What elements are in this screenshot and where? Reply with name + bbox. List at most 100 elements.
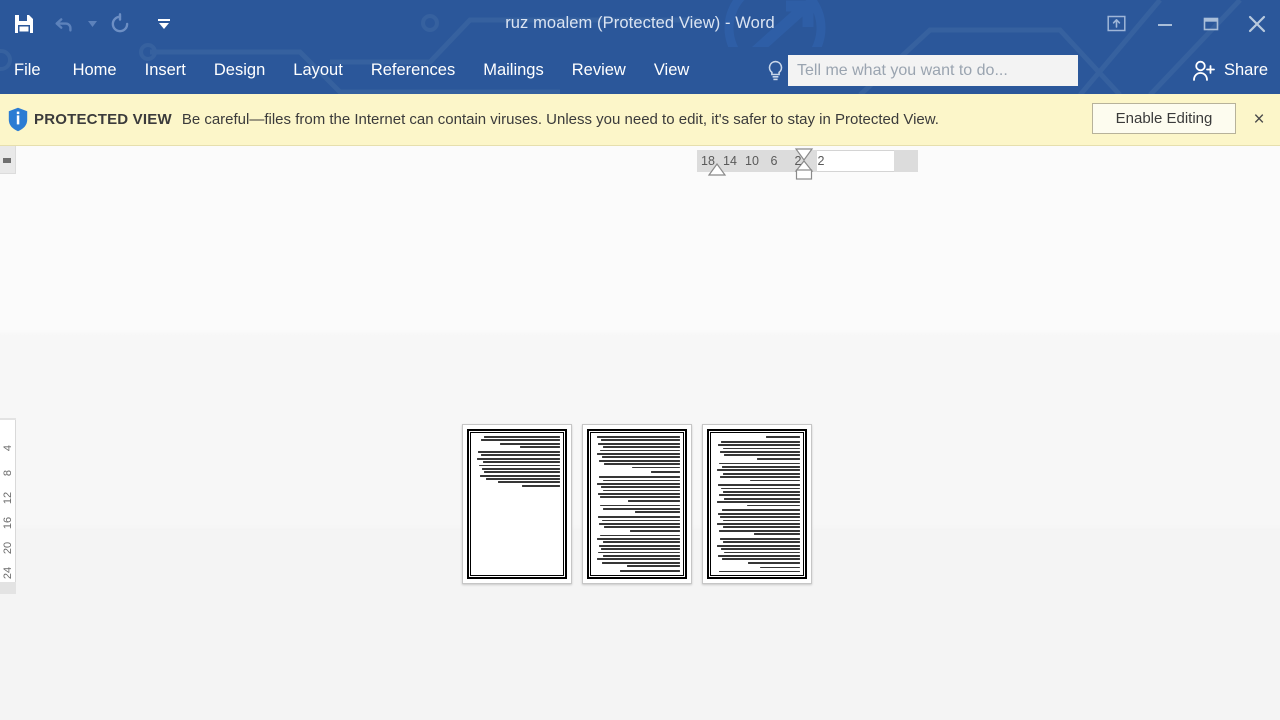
text-line bbox=[597, 482, 680, 485]
page-thumbnail[interactable] bbox=[462, 424, 572, 584]
text-line bbox=[600, 496, 680, 499]
text-line bbox=[757, 457, 800, 460]
text-line bbox=[520, 446, 560, 448]
text-line bbox=[599, 476, 680, 478]
paragraph bbox=[714, 484, 800, 507]
text-line bbox=[604, 463, 680, 465]
window-controls bbox=[1090, 0, 1280, 47]
text-line bbox=[601, 561, 680, 564]
text-line bbox=[522, 484, 560, 487]
protected-view-label: PROTECTED VIEW bbox=[34, 111, 172, 128]
tab-review[interactable]: Review bbox=[558, 47, 640, 94]
paragraph bbox=[714, 537, 800, 564]
tab-layout[interactable]: Layout bbox=[279, 47, 357, 94]
page-thumbnail[interactable] bbox=[702, 424, 812, 584]
tab-references[interactable]: References bbox=[357, 47, 469, 94]
text-line bbox=[630, 529, 680, 532]
left-indent-box-marker[interactable] bbox=[793, 168, 815, 182]
text-line bbox=[602, 508, 680, 510]
text-line bbox=[718, 512, 800, 515]
text-line bbox=[597, 452, 680, 455]
text-line bbox=[599, 459, 680, 462]
text-line bbox=[720, 537, 800, 540]
text-line bbox=[723, 519, 800, 522]
paragraph bbox=[594, 569, 680, 572]
lightbulb-icon bbox=[762, 60, 788, 82]
text-line bbox=[480, 454, 560, 457]
text-line bbox=[650, 471, 680, 474]
text-line bbox=[498, 481, 560, 484]
text-line bbox=[721, 558, 800, 561]
tell-me-placeholder: Tell me what you want to do... bbox=[797, 61, 1008, 79]
paragraph bbox=[474, 436, 560, 448]
text-line bbox=[720, 450, 800, 453]
tab-insert[interactable]: Insert bbox=[131, 47, 200, 94]
text-line bbox=[601, 519, 680, 522]
text-line bbox=[626, 565, 680, 567]
save-icon[interactable] bbox=[4, 5, 44, 43]
ruler-corner-button[interactable] bbox=[0, 146, 16, 174]
vruler-num-8: 8 bbox=[2, 469, 14, 477]
text-line bbox=[598, 516, 680, 519]
info-shield-icon bbox=[0, 107, 34, 132]
text-line bbox=[720, 516, 800, 519]
text-line bbox=[722, 526, 800, 529]
text-line bbox=[719, 571, 800, 572]
paragraph bbox=[714, 509, 800, 535]
text-line bbox=[724, 497, 800, 500]
text-line bbox=[597, 537, 680, 540]
vertical-ruler-shade-bottom bbox=[0, 582, 16, 594]
text-line bbox=[717, 544, 800, 547]
page-body-text bbox=[594, 436, 680, 572]
customize-qat-icon[interactable] bbox=[140, 5, 188, 43]
vertical-ruler[interactable]: 4 8 12 16 20 24 bbox=[0, 420, 16, 590]
text-line bbox=[602, 541, 680, 544]
vruler-num-20: 20 bbox=[2, 541, 14, 555]
minimize-icon[interactable] bbox=[1142, 4, 1188, 44]
ribbon-tabs: File Home Insert Design Layout Reference… bbox=[0, 47, 703, 94]
text-line bbox=[598, 551, 680, 554]
paragraph bbox=[714, 462, 800, 482]
text-line bbox=[746, 504, 800, 507]
tab-design[interactable]: Design bbox=[200, 47, 279, 94]
text-line bbox=[600, 439, 680, 442]
window-title: ruz moalem (Protected View) - Word bbox=[505, 14, 775, 32]
text-line bbox=[748, 561, 800, 564]
page-thumbnail[interactable] bbox=[582, 424, 692, 584]
ribbon-display-options-icon[interactable] bbox=[1090, 4, 1142, 44]
tab-mailings[interactable]: Mailings bbox=[469, 47, 558, 94]
text-line bbox=[722, 541, 800, 544]
close-protected-view-icon[interactable]: × bbox=[1248, 108, 1270, 130]
text-line bbox=[486, 478, 560, 480]
tab-home[interactable]: Home bbox=[59, 47, 131, 94]
share-button[interactable]: Share bbox=[1192, 47, 1268, 94]
paragraph bbox=[594, 504, 680, 514]
quick-access-toolbar bbox=[0, 0, 188, 47]
paragraph bbox=[714, 440, 800, 460]
restore-icon[interactable] bbox=[1188, 4, 1234, 44]
tab-view[interactable]: View bbox=[640, 47, 703, 94]
text-line bbox=[750, 479, 800, 482]
text-line bbox=[765, 436, 800, 438]
tab-file[interactable]: File bbox=[0, 47, 59, 94]
text-line bbox=[482, 461, 560, 463]
undo-dropdown-icon[interactable] bbox=[84, 5, 100, 43]
text-line bbox=[719, 462, 800, 465]
text-line bbox=[480, 439, 560, 442]
undo-icon[interactable] bbox=[44, 5, 84, 43]
text-line bbox=[484, 436, 560, 438]
text-line bbox=[619, 569, 680, 572]
ruler-numbers: 18 14 10 6 2 2 bbox=[697, 154, 831, 168]
paragraph bbox=[474, 450, 560, 487]
ruler-num-10: 10 bbox=[745, 154, 759, 168]
page-body-text bbox=[474, 436, 560, 572]
vruler-num-12: 12 bbox=[2, 491, 14, 505]
enable-editing-button[interactable]: Enable Editing bbox=[1092, 103, 1236, 134]
tell-me-input[interactable]: Tell me what you want to do... bbox=[788, 55, 1078, 86]
redo-icon[interactable] bbox=[100, 5, 140, 43]
close-icon[interactable] bbox=[1234, 4, 1280, 44]
share-person-icon bbox=[1193, 60, 1215, 81]
tell-me-area: Tell me what you want to do... bbox=[762, 47, 1078, 94]
page-body-text bbox=[714, 436, 800, 572]
text-line bbox=[722, 491, 800, 493]
